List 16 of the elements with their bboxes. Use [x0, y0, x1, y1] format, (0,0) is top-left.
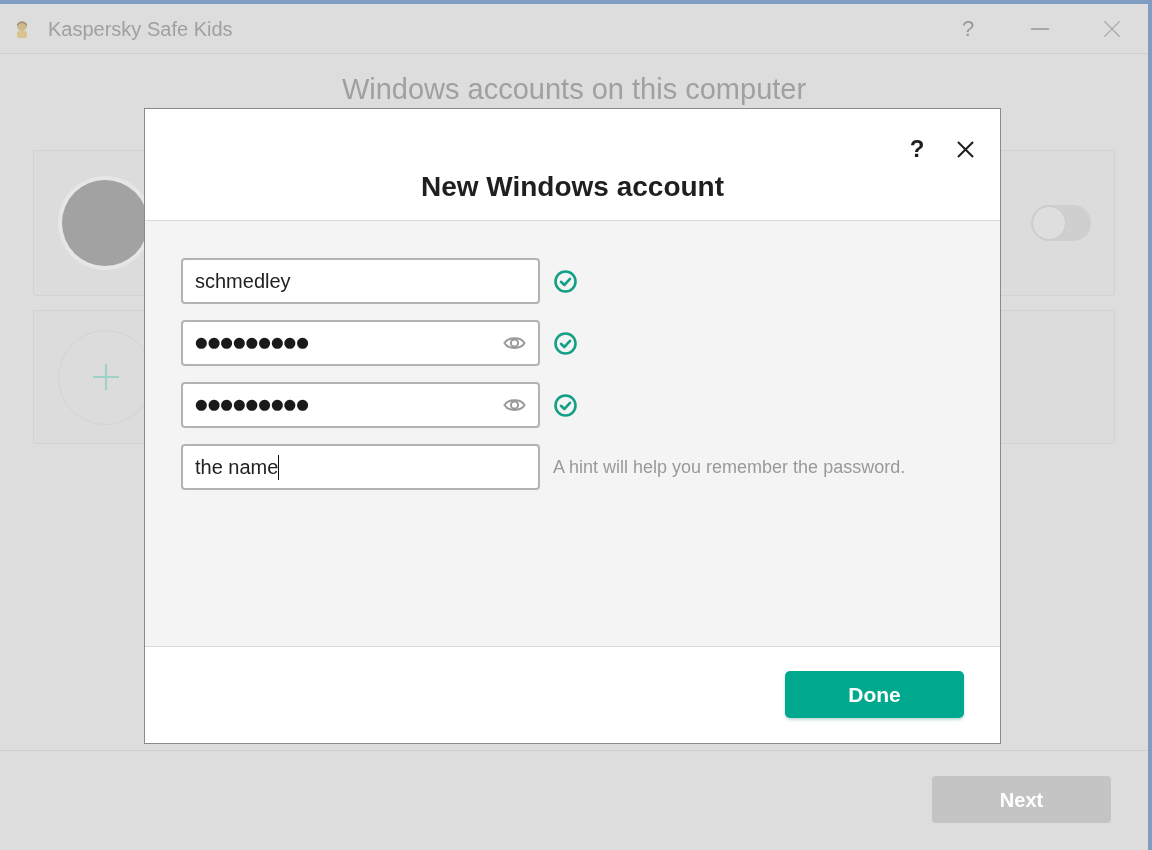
- help-button[interactable]: ?: [902, 133, 932, 165]
- password-field[interactable]: ●●●●●●●●●: [181, 382, 540, 428]
- eye-icon[interactable]: [503, 397, 526, 413]
- text-field[interactable]: the name: [181, 444, 540, 490]
- close-icon: [956, 140, 974, 158]
- app-logo-icon: [15, 19, 29, 38]
- page-heading: Windows accounts on this computer: [341, 72, 807, 106]
- text-field[interactable]: schmedley: [181, 258, 540, 304]
- hint-note: A hint will help you remember the password.: [553, 455, 906, 479]
- password-field[interactable]: ●●●●●●●●●: [181, 320, 540, 366]
- eye-icon[interactable]: [503, 335, 526, 351]
- minimize-icon: [1031, 27, 1049, 30]
- close-icon: [1103, 19, 1121, 38]
- plus-icon: [92, 364, 119, 390]
- window-title: Kaspersky Safe Kids: [48, 16, 233, 41]
- dialog-title: New Windows account: [420, 170, 725, 204]
